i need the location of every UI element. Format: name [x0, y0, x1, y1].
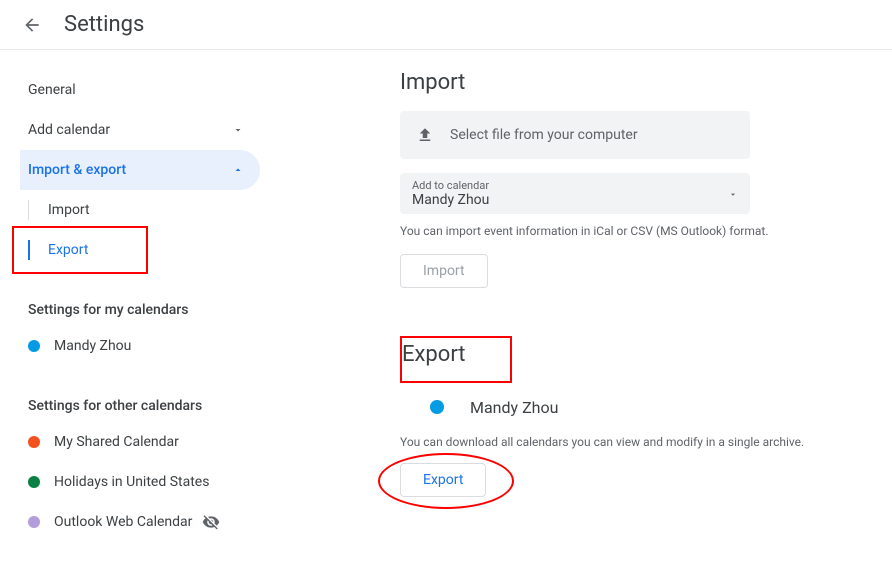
sidebar-sub-label: Export [48, 242, 88, 258]
sidebar-item-general[interactable]: General [20, 70, 260, 110]
visibility-off-icon[interactable] [202, 513, 220, 531]
sidebar: General Add calendar Import & export Imp… [0, 50, 260, 542]
import-hint: You can import event information in iCal… [400, 224, 832, 238]
page-title: Settings [64, 12, 144, 37]
export-button[interactable]: Export [400, 463, 486, 497]
export-section-title: Export [402, 342, 466, 367]
calendar-color-dot [28, 436, 40, 448]
sidebar-item-import-export[interactable]: Import & export [20, 150, 260, 190]
calendar-color-dot [430, 400, 444, 414]
calendar-name: Holidays in United States [54, 474, 209, 490]
sidebar-calendar-item[interactable]: My Shared Calendar [20, 422, 260, 462]
sidebar-calendar-item[interactable]: Holidays in United States [20, 462, 260, 502]
sidebar-item-add-calendar[interactable]: Add calendar [20, 110, 260, 150]
export-calendar-name: Mandy Zhou [470, 398, 558, 417]
header: Settings [0, 0, 892, 50]
main-content: Import Select file from your computer Ad… [260, 50, 892, 542]
chevron-down-icon [232, 124, 244, 136]
annotation-red-ellipse-export-button: Export [400, 463, 486, 497]
sidebar-calendar-item[interactable]: Outlook Web Calendar [20, 502, 260, 542]
sidebar-item-label: Add calendar [28, 122, 110, 138]
sidebar-item-label: General [28, 82, 76, 98]
export-calendar-item: Mandy Zhou [400, 389, 832, 425]
sidebar-heading-other-calendars: Settings for other calendars [20, 390, 260, 422]
select-file-button[interactable]: Select file from your computer [400, 111, 750, 159]
sidebar-sub-label: Import [48, 202, 90, 218]
dropdown-arrow-icon [728, 184, 738, 203]
sidebar-calendar-item[interactable]: Mandy Zhou [20, 326, 260, 366]
dropdown-label: Add to calendar [412, 179, 738, 192]
calendar-name: Mandy Zhou [54, 338, 131, 354]
calendar-name: Outlook Web Calendar [54, 514, 192, 530]
sidebar-heading-my-calendars: Settings for my calendars [20, 294, 260, 326]
import-button[interactable]: Import [400, 254, 488, 288]
sidebar-sub-export[interactable]: Export [20, 230, 260, 270]
calendar-color-dot [28, 476, 40, 488]
select-file-label: Select file from your computer [450, 127, 638, 143]
annotation-red-box-export-title: Export [400, 336, 512, 383]
calendar-color-dot [28, 340, 40, 352]
calendar-color-dot [28, 516, 40, 528]
add-to-calendar-dropdown[interactable]: Add to calendar Mandy Zhou [400, 173, 750, 214]
upload-icon [416, 126, 434, 144]
sidebar-item-label: Import & export [28, 162, 126, 178]
back-arrow-icon[interactable] [20, 13, 44, 37]
dropdown-value: Mandy Zhou [412, 192, 738, 208]
chevron-up-icon [232, 164, 244, 176]
sidebar-sub-import[interactable]: Import [20, 190, 260, 230]
import-section-title: Import [400, 70, 832, 95]
export-hint: You can download all calendars you can v… [400, 435, 832, 449]
calendar-name: My Shared Calendar [54, 434, 179, 450]
